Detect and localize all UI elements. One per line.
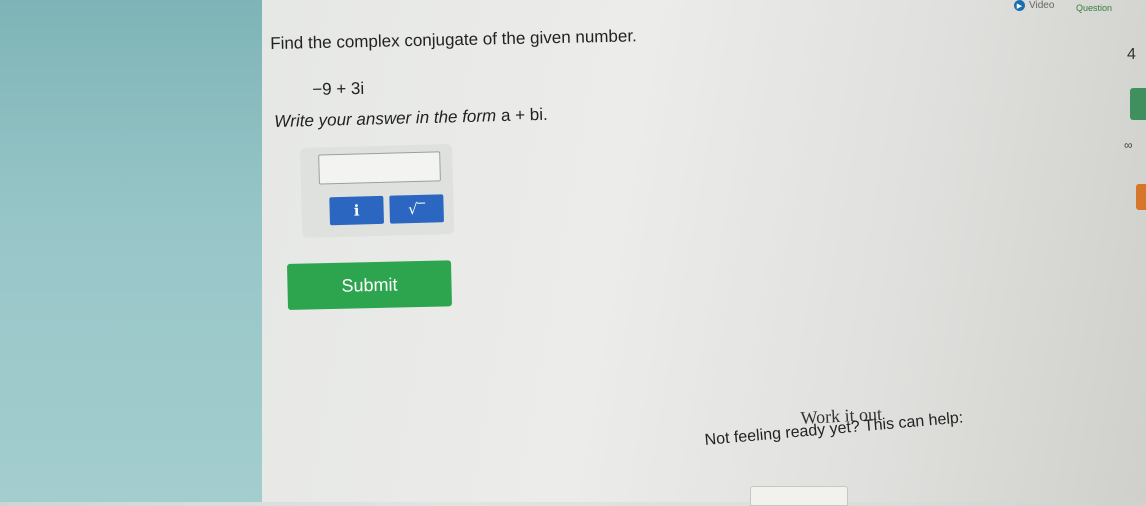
smartscore-badge — [1136, 184, 1146, 210]
answer-panel: i √‾ — [300, 144, 455, 238]
video-label: Video — [1029, 0, 1055, 11]
time-elapsed-badge — [1130, 88, 1146, 120]
imaginary-unit-label: i — [353, 201, 360, 220]
imaginary-unit-button[interactable]: i — [329, 195, 385, 226]
submit-button[interactable]: Submit — [287, 260, 453, 310]
play-icon: ▶ — [1014, 0, 1025, 11]
submit-label: Submit — [341, 274, 398, 296]
square-root-button[interactable]: √‾ — [389, 194, 444, 224]
help-card[interactable] — [750, 486, 848, 506]
infinity-icon: ∞ — [1124, 138, 1133, 152]
square-root-icon: √‾ — [407, 199, 426, 219]
question-count: 4 — [1127, 46, 1136, 63]
answer-input[interactable] — [318, 151, 441, 185]
questions-label: Question — [1076, 3, 1113, 13]
question-page — [262, 0, 1146, 502]
instruction-form: a + bi. — [500, 104, 548, 126]
left-background-strip — [0, 0, 262, 502]
complex-number-expression: −9 + 3i — [312, 78, 365, 99]
video-link[interactable]: ▶ Video — [1014, 0, 1054, 11]
